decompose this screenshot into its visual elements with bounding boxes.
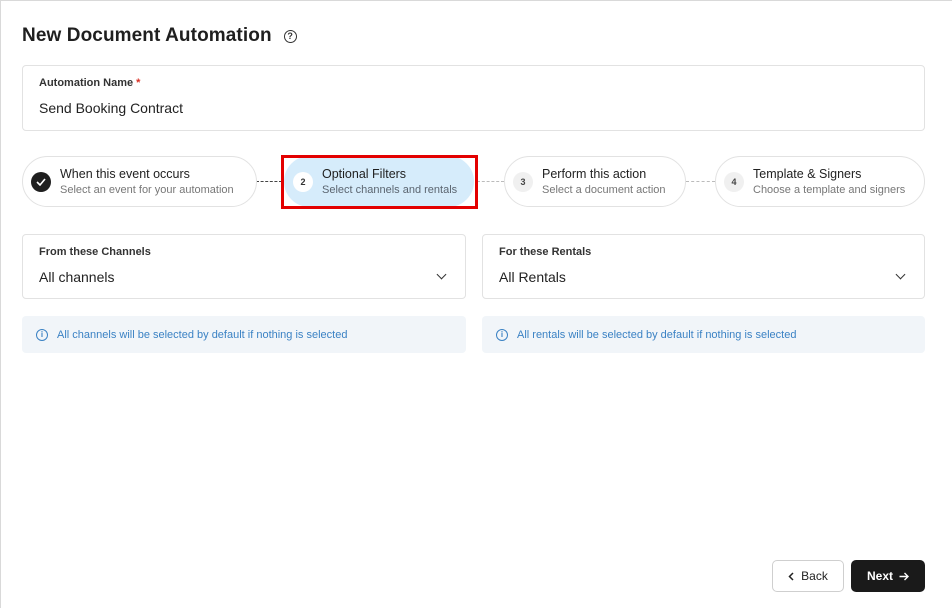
page-header: New Document Automation ?: [22, 25, 297, 47]
step-3-text: Perform this action Select a document ac…: [542, 167, 666, 196]
automation-name-label: Automation Name *: [39, 77, 908, 89]
step-connector: [256, 181, 282, 182]
step-title: Optional Filters: [322, 167, 407, 181]
page-title: New Document Automation: [22, 25, 272, 46]
automation-name-input[interactable]: Send Booking Contract: [39, 100, 908, 116]
rentals-info-text: All rentals will be selected by default …: [517, 328, 797, 341]
step-2-text: Optional Filters Select channels and ren…: [322, 167, 457, 196]
step-subtitle: Select an event for your automation: [60, 184, 234, 196]
step-title: When this event occurs: [60, 167, 190, 181]
rentals-value: All Rentals: [499, 269, 566, 285]
step-title: Perform this action: [542, 167, 647, 181]
info-icon: i: [36, 328, 48, 341]
next-label: Next: [866, 569, 893, 583]
info-icon: i: [496, 328, 508, 341]
rentals-select[interactable]: For these Rentals All Rentals: [482, 234, 925, 299]
step-subtitle: Select a document action: [542, 184, 666, 196]
step-4-template-signers[interactable]: 4 Template & Signers Choose a template a…: [715, 156, 925, 207]
step-1-event[interactable]: When this event occurs Select an event f…: [22, 156, 257, 207]
step-4-text: Template & Signers Choose a template and…: [753, 167, 905, 196]
step-connector: [686, 181, 715, 182]
channels-info: i All channels will be selected by defau…: [22, 316, 466, 353]
channels-info-text: All channels will be selected by default…: [57, 328, 348, 341]
step-3-perform-action[interactable]: 3 Perform this action Select a document …: [504, 156, 686, 207]
arrow-right-icon: [899, 572, 909, 580]
step-2-optional-filters[interactable]: 2 Optional Filters Select channels and r…: [284, 156, 474, 207]
step-subtitle: Select channels and rentals: [322, 184, 458, 196]
step-number: 3: [513, 171, 533, 192]
channels-value: All channels: [39, 269, 115, 285]
rentals-info: i All rentals will be selected by defaul…: [482, 316, 925, 353]
back-label: Back: [801, 569, 828, 583]
step-subtitle: Choose a template and signers: [753, 184, 906, 196]
check-icon: [31, 171, 51, 192]
channels-label: From these Channels: [39, 246, 151, 258]
rentals-label: For these Rentals: [499, 246, 592, 258]
channels-select[interactable]: From these Channels All channels: [22, 234, 466, 299]
step-number: 2: [293, 171, 313, 192]
step-connector: [477, 181, 504, 182]
required-marker: *: [136, 77, 141, 89]
step-number: 4: [724, 171, 744, 192]
automation-name-label-text: Automation Name: [39, 77, 134, 89]
chevron-left-icon: [788, 571, 794, 581]
next-button[interactable]: Next: [851, 560, 925, 592]
step-1-text: When this event occurs Select an event f…: [60, 167, 234, 196]
step-title: Template & Signers: [753, 167, 862, 181]
question-circle-icon[interactable]: ?: [283, 29, 297, 43]
automation-name-card: Automation Name * Send Booking Contract: [22, 65, 925, 131]
stepper: When this event occurs Select an event f…: [22, 155, 925, 209]
back-button[interactable]: Back: [772, 560, 844, 592]
